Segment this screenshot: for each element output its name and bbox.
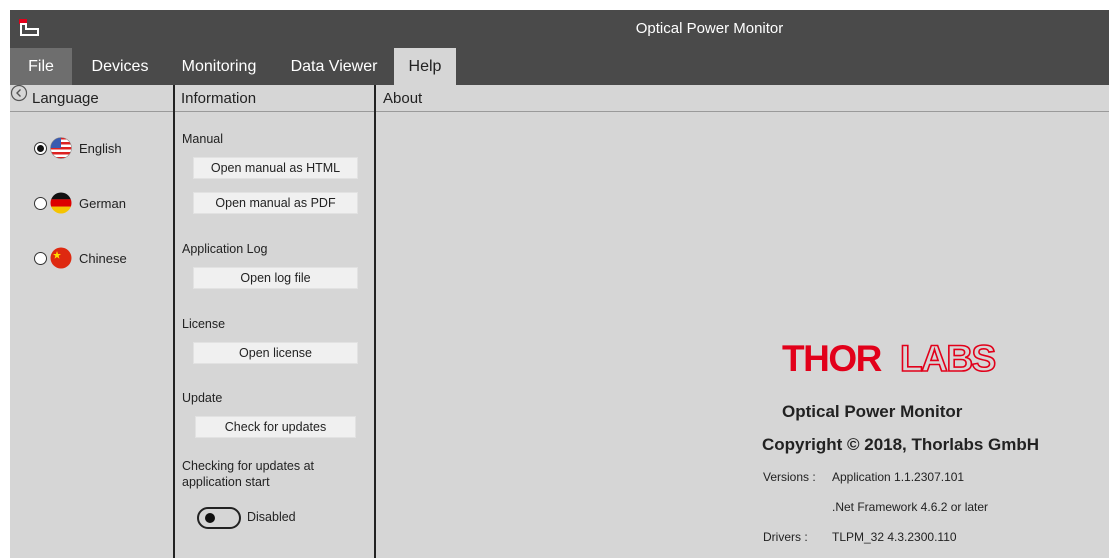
open-manual-pdf-button[interactable]: Open manual as PDF: [193, 192, 358, 214]
open-manual-html-button[interactable]: Open manual as HTML: [193, 157, 358, 179]
drivers-label: Drivers :: [763, 530, 808, 544]
back-arrow-icon[interactable]: [10, 84, 28, 102]
menu-bar: File Devices Monitoring Data Viewer Help: [10, 48, 1109, 85]
language-label-english: English: [79, 140, 122, 156]
drivers-version: TLPM_32 4.3.2300.110: [832, 530, 957, 544]
manual-label: Manual: [182, 132, 223, 146]
application-log-label: Application Log: [182, 242, 268, 256]
radio-german[interactable]: [34, 196, 47, 210]
panel-divider-left: [173, 85, 175, 558]
menu-file[interactable]: File: [10, 48, 72, 85]
radio-chinese[interactable]: [34, 251, 47, 265]
startup-check-state: Disabled: [247, 510, 296, 524]
open-log-button[interactable]: Open log file: [193, 267, 358, 289]
svg-text:LABS: LABS: [900, 340, 996, 376]
language-header: Language: [32, 90, 99, 107]
title-bar: Optical Power Monitor: [10, 10, 1109, 48]
radio-english[interactable]: [34, 141, 47, 155]
toggle-knob: [205, 513, 215, 523]
check-updates-button[interactable]: Check for updates: [195, 416, 356, 438]
menu-monitoring[interactable]: Monitoring: [167, 48, 271, 85]
language-option-chinese[interactable]: Chinese: [34, 245, 127, 271]
framework-version: .Net Framework 4.6.2 or later: [832, 500, 989, 514]
window-title: Optical Power Monitor: [635, 20, 784, 37]
about-copyright: Copyright © 2018, Thorlabs GmbH: [762, 435, 1040, 454]
information-header: Information: [181, 90, 257, 107]
language-option-german[interactable]: German: [34, 190, 126, 216]
us-flag-icon: [50, 137, 72, 159]
language-label-german: German: [79, 195, 126, 211]
svg-text:THOR: THOR: [782, 340, 882, 376]
thorlabs-logo: THOR LABS: [782, 340, 998, 376]
startup-check-toggle[interactable]: [197, 507, 241, 529]
de-flag-icon: [50, 192, 72, 214]
language-label-chinese: Chinese: [79, 250, 127, 266]
open-license-button[interactable]: Open license: [193, 342, 358, 364]
menu-devices[interactable]: Devices: [80, 48, 160, 85]
menu-data-viewer[interactable]: Data Viewer: [280, 48, 388, 85]
app-window: Optical Power Monitor File Devices Monit…: [10, 10, 1109, 558]
startup-check-label: Checking for updates at application star…: [182, 459, 315, 489]
versions-label: Versions :: [763, 470, 816, 484]
language-option-english[interactable]: English: [34, 135, 122, 161]
application-version: Application 1.1.2307.101: [832, 470, 965, 484]
panel-divider-right: [374, 85, 376, 558]
about-product-name: Optical Power Monitor: [782, 402, 963, 421]
update-label: Update: [182, 391, 223, 405]
cn-flag-icon: [50, 247, 72, 269]
about-header: About: [383, 90, 423, 107]
license-label: License: [182, 317, 226, 331]
menu-help[interactable]: Help: [394, 48, 456, 85]
